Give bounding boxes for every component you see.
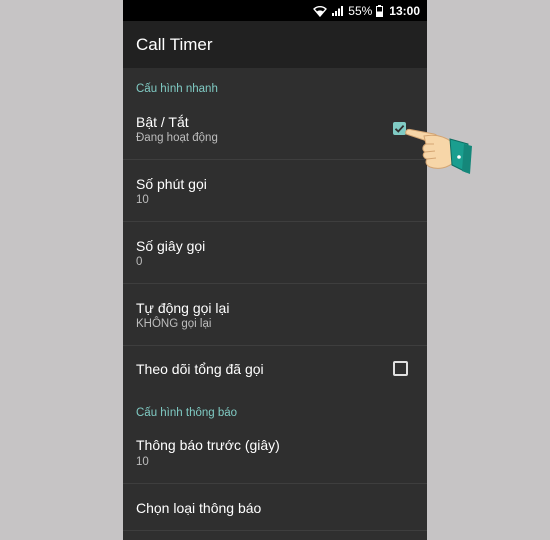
phone-screen: 55% 13:00 Call Timer Cấu hình nhanh Bật … — [123, 0, 427, 540]
signal-icon — [332, 5, 344, 16]
pref-redial-summary: KHÔNG gọi lại — [136, 318, 212, 330]
clock: 13:00 — [389, 3, 420, 18]
pref-notify-before[interactable]: Thông báo trước (giây) 10 — [123, 422, 427, 484]
pref-track-total-title: Theo dõi tổng đã gọi — [136, 361, 264, 377]
pref-seconds-summary: 0 — [136, 256, 143, 268]
pref-minutes[interactable]: Số phút gọi 10 — [123, 160, 427, 222]
pref-toggle-title: Bật / Tắt — [136, 114, 189, 130]
pref-notify-type-title: Chọn loại thông báo — [136, 500, 262, 516]
pref-seconds[interactable]: Số giây gọi 0 — [123, 222, 427, 284]
battery-percent: 55% — [348, 3, 373, 18]
wifi-icon — [313, 5, 328, 17]
pref-minutes-title: Số phút gọi — [136, 176, 207, 192]
pref-redial[interactable]: Tự động gọi lại KHÔNG gọi lại — [123, 284, 427, 346]
pref-seconds-title: Số giây gọi — [136, 238, 206, 254]
pref-notify-before-title: Thông báo trước (giây) — [136, 437, 280, 453]
section-header-notification-config: Cấu hình thông báo — [136, 407, 238, 419]
pref-notify-before-summary: 10 — [136, 456, 149, 468]
pref-minutes-summary: 10 — [136, 194, 149, 206]
pref-redial-title: Tự động gọi lại — [136, 300, 230, 316]
pref-notify-type[interactable]: Chọn loại thông báo — [123, 484, 427, 530]
section-header-quick-config: Cấu hình nhanh — [136, 83, 218, 95]
pref-track-total[interactable]: Theo dõi tổng đã gọi — [123, 346, 427, 398]
status-bar: 55% 13:00 — [123, 0, 427, 21]
pref-toggle-summary: Đang hoạt động — [136, 132, 218, 144]
divider — [123, 530, 427, 531]
checkbox-empty-icon[interactable] — [393, 361, 408, 376]
app-bar: Call Timer — [123, 21, 427, 68]
battery-icon — [376, 4, 384, 17]
pref-toggle[interactable]: Bật / Tắt Đang hoạt động — [123, 98, 427, 160]
pointing-hand-icon — [405, 128, 472, 174]
app-title: Call Timer — [136, 35, 213, 54]
